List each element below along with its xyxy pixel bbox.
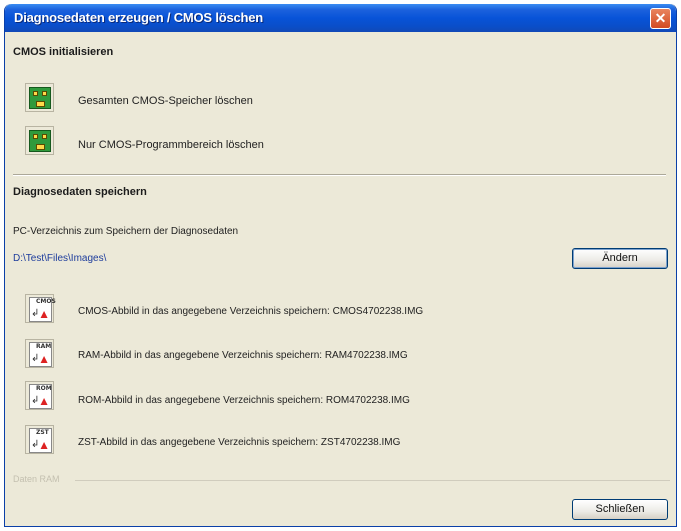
clear-program-cmos-button[interactable] <box>25 126 54 155</box>
save-cmos-image-button[interactable]: CMOS ↲ ▲ <box>25 294 56 323</box>
group-divider <box>75 480 670 481</box>
section-divider <box>13 174 666 176</box>
ram-group-label: Daten RAM <box>13 474 60 484</box>
dialog-window: Diagnosedaten erzeugen / CMOS löschen ✕ … <box>4 4 677 527</box>
save-cmos-image-label: CMOS-Abbild in das angegebene Verzeichni… <box>78 306 424 317</box>
directory-label: PC-Verzeichnis zum Speichern der Diagnos… <box>13 226 239 237</box>
title-bar[interactable]: Diagnosedaten erzeugen / CMOS löschen ✕ <box>5 4 676 32</box>
diagnose-section-title: Diagnosedaten speichern <box>13 186 147 198</box>
clear-all-cmos-button[interactable] <box>25 83 54 112</box>
save-image-icon: ROM ↲ ▲ <box>29 384 52 409</box>
save-zst-image-button[interactable]: ZST ↲ ▲ <box>25 425 54 454</box>
cmos-section-title: CMOS initialisieren <box>13 46 114 58</box>
save-zst-image-label: ZST-Abbild in das angegebene Verzeichnis… <box>78 437 401 448</box>
save-ram-image-label: RAM-Abbild in das angegebene Verzeichnis… <box>78 350 408 361</box>
close-dialog-button[interactable]: Schließen <box>572 499 668 520</box>
clear-program-cmos-label: Nur CMOS-Programmbereich löschen <box>78 139 264 151</box>
close-window-button[interactable]: ✕ <box>650 8 671 29</box>
directory-path: D:\Test\Files\Images\ <box>13 253 107 264</box>
chip-icon <box>29 130 51 152</box>
save-rom-image-label: ROM-Abbild in das angegebene Verzeichnis… <box>78 395 410 406</box>
window-title: Diagnosedaten erzeugen / CMOS löschen <box>14 10 264 25</box>
change-directory-button[interactable]: Ändern <box>572 248 668 269</box>
save-image-icon: RAM ↲ ▲ <box>29 342 52 367</box>
save-rom-image-button[interactable]: ROM ↲ ▲ <box>25 381 54 410</box>
save-image-icon: ZST ↲ ▲ <box>29 428 52 453</box>
chip-icon <box>29 87 51 109</box>
clear-all-cmos-label: Gesamten CMOS-Speicher löschen <box>78 95 253 107</box>
save-image-icon: CMOS ↲ ▲ <box>29 297 56 322</box>
save-ram-image-button[interactable]: RAM ↲ ▲ <box>25 339 54 368</box>
